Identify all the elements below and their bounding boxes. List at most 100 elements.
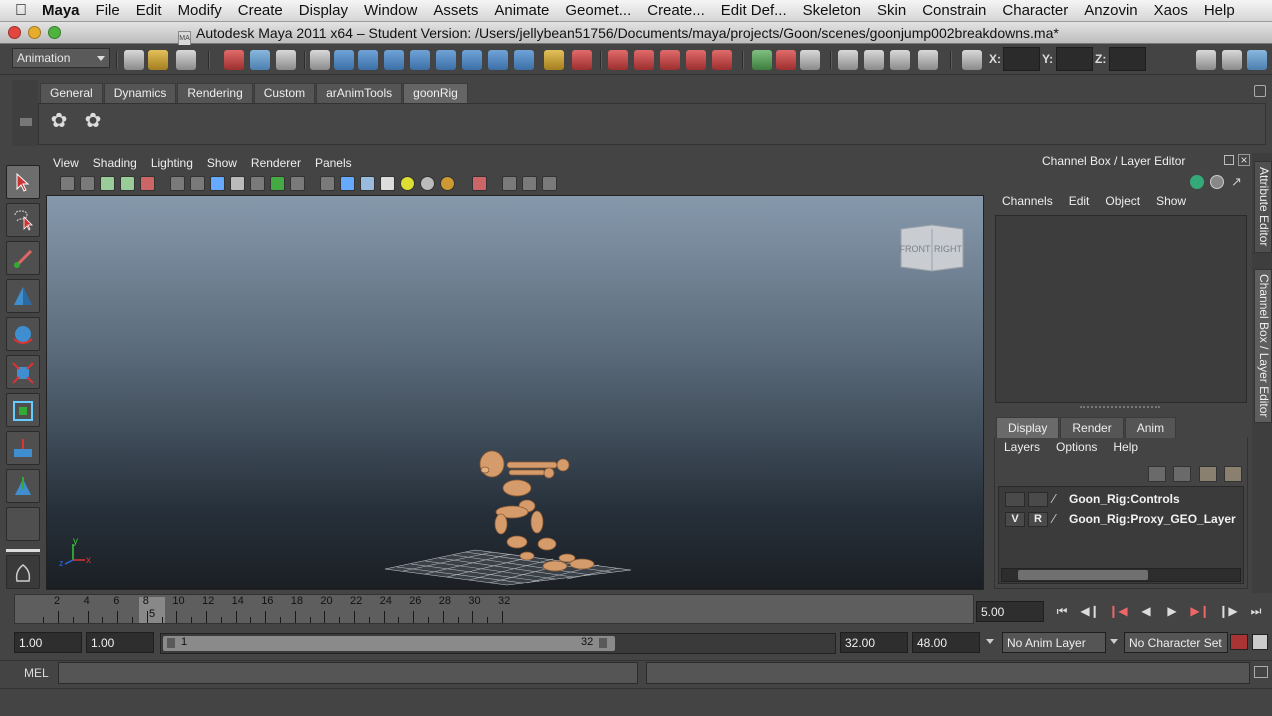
save-scene-icon[interactable] bbox=[176, 50, 196, 70]
range-start-handle[interactable] bbox=[167, 638, 175, 648]
close-window-button[interactable] bbox=[8, 26, 21, 39]
layer-list-scrollbar[interactable] bbox=[1001, 568, 1241, 582]
go-to-end-icon[interactable]: ⏭ bbox=[1244, 602, 1268, 620]
layer-visibility-toggle[interactable]: V bbox=[1005, 512, 1025, 527]
lock-selection-icon[interactable] bbox=[544, 50, 564, 70]
select-camera-icon[interactable] bbox=[60, 176, 75, 191]
layer-name[interactable]: Goon_Rig:Proxy_GEO_Layer bbox=[1069, 512, 1236, 526]
auto-key-icon[interactable] bbox=[1230, 634, 1248, 650]
command-input[interactable] bbox=[58, 662, 638, 684]
panel-menu-view[interactable]: View bbox=[46, 156, 86, 170]
step-back-frame-icon[interactable]: ◀❙ bbox=[1078, 602, 1102, 620]
wireframe-on-shaded-icon[interactable] bbox=[360, 176, 375, 191]
layer-menu-options[interactable]: Options bbox=[1048, 440, 1105, 458]
view-cube[interactable]: FRONT RIGHT bbox=[899, 223, 965, 273]
goon-rig-shelf-button-1[interactable]: ✿ bbox=[47, 109, 71, 133]
tool-settings-toggle-icon[interactable] bbox=[1222, 50, 1242, 70]
ipr-render-icon[interactable] bbox=[890, 50, 910, 70]
time-slider[interactable]: 5 2 4 6 8 10 12 14 16 18 20 22 24 26 28 30 32 bbox=[14, 594, 974, 624]
layer-color-swatch[interactable]: ∕ bbox=[1053, 511, 1055, 526]
menu-assets[interactable]: Assets bbox=[425, 2, 486, 19]
textured-icon[interactable] bbox=[380, 176, 395, 191]
menu-display[interactable]: Display bbox=[291, 2, 356, 19]
rotate-tool-icon[interactable] bbox=[6, 317, 40, 351]
move-layer-up-icon[interactable] bbox=[1148, 466, 1166, 482]
layer-display-type-toggle[interactable] bbox=[1028, 492, 1048, 507]
grid-toggle-icon[interactable] bbox=[170, 176, 185, 191]
layer-menu-layers[interactable]: Layers bbox=[996, 440, 1048, 458]
construction-history-icon[interactable] bbox=[800, 50, 820, 70]
menu-anzovin[interactable]: Anzovin bbox=[1076, 2, 1145, 19]
move-layer-down-icon[interactable] bbox=[1173, 466, 1191, 482]
soft-modification-tool-icon[interactable] bbox=[6, 431, 40, 465]
layer-name[interactable]: Goon_Rig:Controls bbox=[1069, 492, 1180, 506]
universal-manipulator-icon[interactable] bbox=[6, 393, 40, 427]
apple-icon[interactable]:  bbox=[0, 2, 42, 20]
character-and-grid[interactable] bbox=[377, 446, 637, 586]
anim-layer-dropdown[interactable]: No Anim Layer bbox=[1002, 632, 1106, 653]
minimize-window-button[interactable] bbox=[28, 26, 41, 39]
play-forwards-icon[interactable]: ▶ bbox=[1160, 602, 1184, 620]
layer-display-type-toggle[interactable]: R bbox=[1028, 512, 1048, 527]
current-time-field[interactable]: 5.00 bbox=[976, 601, 1044, 622]
menu-edit-deformers[interactable]: Edit Def... bbox=[713, 2, 795, 19]
render-current-frame-icon[interactable] bbox=[864, 50, 884, 70]
move-tool-icon[interactable] bbox=[6, 279, 40, 313]
menu-modify[interactable]: Modify bbox=[170, 2, 230, 19]
menu-window[interactable]: Window bbox=[356, 2, 425, 19]
y-input[interactable] bbox=[1056, 47, 1093, 71]
paint-select-tool-icon[interactable] bbox=[6, 241, 40, 275]
goon-rig-shelf-button-2[interactable]: ✿ bbox=[81, 109, 105, 133]
show-manipulator-tool-icon[interactable] bbox=[6, 469, 40, 503]
range-slider-bar[interactable]: 1 32 bbox=[163, 636, 615, 651]
select-by-curves-icon[interactable] bbox=[384, 50, 404, 70]
layer-menu-help[interactable]: Help bbox=[1105, 440, 1146, 458]
high-quality-icon[interactable] bbox=[440, 176, 455, 191]
layer-color-swatch[interactable]: ∕ bbox=[1053, 491, 1055, 506]
panel-menu-renderer[interactable]: Renderer bbox=[244, 156, 308, 170]
layout-shortcut-icon[interactable] bbox=[6, 555, 40, 589]
new-scene-icon[interactable] bbox=[124, 50, 144, 70]
select-by-rendering-icon[interactable] bbox=[488, 50, 508, 70]
animation-end-field[interactable]: 48.00 bbox=[912, 632, 980, 653]
scale-tool-icon[interactable] bbox=[6, 355, 40, 389]
select-object-icon[interactable] bbox=[250, 50, 270, 70]
float-panel-icon[interactable] bbox=[1224, 155, 1234, 165]
splitter-handle[interactable] bbox=[1080, 406, 1160, 410]
smooth-shade-icon[interactable] bbox=[340, 176, 355, 191]
menu-edit[interactable]: Edit bbox=[128, 2, 170, 19]
menu-set-dropdown[interactable]: Animation bbox=[12, 48, 110, 68]
layer-tab-display[interactable]: Display bbox=[996, 417, 1060, 438]
highlight-selection-icon[interactable] bbox=[572, 50, 592, 70]
menu-skeleton[interactable]: Skeleton bbox=[795, 2, 869, 19]
panel-menu-panels[interactable]: Panels bbox=[308, 156, 359, 170]
input-ops-icon[interactable] bbox=[752, 50, 772, 70]
character-set-dropdown[interactable]: No Character Set bbox=[1124, 632, 1228, 653]
lasso-tool-icon[interactable] bbox=[6, 203, 40, 237]
shelf-tab-general[interactable]: General bbox=[40, 83, 103, 103]
x-input[interactable] bbox=[1003, 47, 1040, 71]
attribute-editor-side-tab[interactable]: Attribute Editor bbox=[1254, 161, 1272, 253]
chevron-down-icon[interactable] bbox=[986, 639, 994, 644]
layer-tab-anim[interactable]: Anim bbox=[1124, 417, 1177, 438]
menu-create[interactable]: Create bbox=[230, 2, 291, 19]
menu-animate[interactable]: Animate bbox=[486, 2, 557, 19]
menu-help[interactable]: Help bbox=[1196, 2, 1243, 19]
camera-attributes-icon[interactable] bbox=[80, 176, 95, 191]
close-panel-icon[interactable]: × bbox=[1238, 154, 1250, 166]
layer-row[interactable]: V R ∕ Goon_Rig:Proxy_GEO_Layer bbox=[1001, 510, 1243, 529]
render-view-icon[interactable] bbox=[838, 50, 858, 70]
channel-box-side-tab[interactable]: Channel Box / Layer Editor bbox=[1254, 269, 1272, 423]
step-back-key-icon[interactable]: ❙◀ bbox=[1106, 602, 1130, 620]
layer-row[interactable]: ∕ Goon_Rig:Controls bbox=[1001, 490, 1243, 509]
z-input[interactable] bbox=[1109, 47, 1146, 71]
snap-to-curves-icon[interactable] bbox=[634, 50, 654, 70]
gate-mask-icon[interactable] bbox=[230, 176, 245, 191]
select-tool-icon[interactable] bbox=[6, 165, 40, 199]
speed-icon[interactable] bbox=[1210, 175, 1224, 189]
shelf-tab-rendering[interactable]: Rendering bbox=[177, 83, 253, 103]
go-to-start-icon[interactable]: ⏮ bbox=[1050, 602, 1074, 620]
panel-menu-lighting[interactable]: Lighting bbox=[144, 156, 200, 170]
wireframe-icon[interactable] bbox=[320, 176, 335, 191]
zoom-window-button[interactable] bbox=[48, 26, 61, 39]
